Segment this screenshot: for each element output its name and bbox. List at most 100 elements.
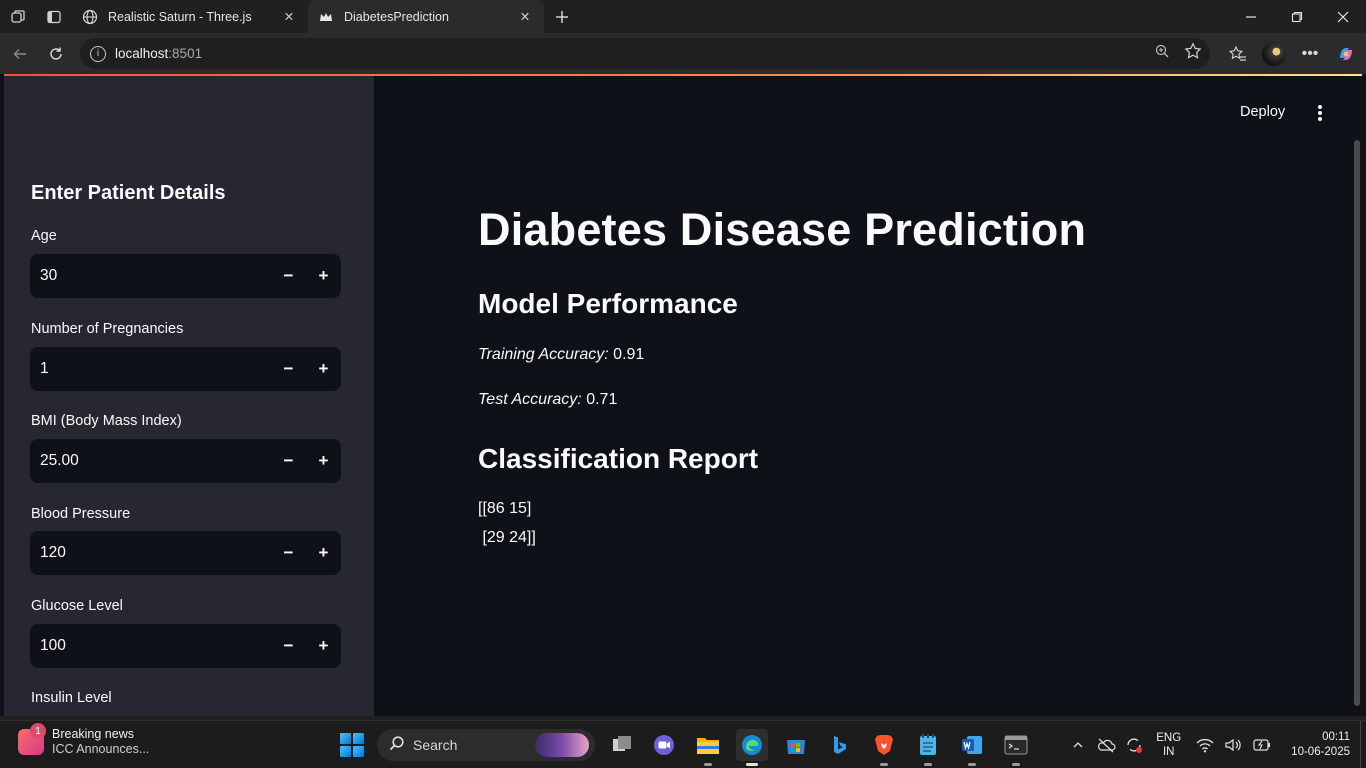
- clock-time: 00:11: [1322, 731, 1350, 743]
- teams-chat-icon[interactable]: [648, 729, 680, 761]
- classification-report-heading: Classification Report: [478, 443, 759, 474]
- blood-pressure-value[interactable]: 120: [30, 544, 271, 562]
- pregnancies-label: Number of Pregnancies: [31, 321, 184, 337]
- pregnancies-decrement-button[interactable]: −: [271, 347, 306, 391]
- more-menu-icon[interactable]: •••: [1298, 42, 1322, 66]
- glucose-decrement-button[interactable]: −: [271, 624, 306, 668]
- blood-pressure-input[interactable]: 120 − +: [30, 531, 341, 575]
- crown-icon: [318, 9, 334, 25]
- news-icon: 1: [18, 723, 46, 755]
- sync-icon[interactable]: [1122, 733, 1146, 757]
- main-menu-icon[interactable]: [1310, 103, 1330, 123]
- browser-toolbar: i localhost:8501 •••: [0, 33, 1366, 74]
- training-accuracy-text: Training Accuracy: 0.91: [478, 346, 645, 363]
- news-subtitle: ICC Announces...: [52, 742, 150, 756]
- window-controls: [1228, 0, 1366, 33]
- tab-title: Realistic Saturn - Three.js: [108, 9, 252, 24]
- main-scrollbar[interactable]: [1354, 140, 1360, 706]
- glucose-value[interactable]: 100: [30, 637, 271, 655]
- glucose-increment-button[interactable]: +: [306, 624, 341, 668]
- browser-tab-strip: Realistic Saturn - Three.js ✕ DiabetesPr…: [0, 0, 1366, 33]
- brave-icon[interactable]: [868, 729, 900, 766]
- age-label: Age: [31, 228, 57, 244]
- pregnancies-increment-button[interactable]: +: [306, 347, 341, 391]
- bmi-decrement-button[interactable]: −: [271, 439, 306, 483]
- blood-pressure-increment-button[interactable]: +: [306, 531, 341, 575]
- sidebar-heading: Enter Patient Details: [31, 182, 226, 204]
- new-tab-icon[interactable]: [544, 0, 580, 33]
- microsoft-store-icon[interactable]: [780, 729, 812, 761]
- workspaces-icon[interactable]: [0, 0, 36, 33]
- news-widget[interactable]: 1 Breaking news ICC Announces...: [18, 723, 150, 757]
- bmi-input[interactable]: 25.00 − +: [30, 439, 341, 483]
- close-tab-icon[interactable]: ✕: [516, 8, 534, 26]
- age-increment-button[interactable]: +: [306, 254, 341, 298]
- taskbar-search[interactable]: Search: [377, 729, 595, 761]
- bing-icon[interactable]: [824, 729, 856, 761]
- blood-pressure-label: Blood Pressure: [31, 506, 131, 522]
- back-icon[interactable]: [2, 36, 38, 72]
- tab-actions-icon[interactable]: [36, 0, 72, 33]
- sidebar: Enter Patient Details Age 30 − + Number …: [4, 76, 374, 716]
- insulin-label: Insulin Level: [31, 690, 112, 706]
- address-bar[interactable]: i localhost:8501: [80, 38, 1210, 69]
- favorites-icon[interactable]: [1226, 42, 1250, 66]
- age-decrement-button[interactable]: −: [271, 254, 306, 298]
- model-performance-heading: Model Performance: [478, 288, 738, 319]
- confusion-matrix-row-1: [[86 15]: [478, 500, 532, 517]
- wifi-icon[interactable]: [1193, 733, 1217, 757]
- refresh-icon[interactable]: [38, 36, 74, 72]
- restore-icon[interactable]: [1274, 0, 1320, 33]
- close-tab-icon[interactable]: ✕: [280, 8, 298, 26]
- windows-start-icon[interactable]: [340, 733, 364, 757]
- pregnancies-input[interactable]: 1 − +: [30, 347, 341, 391]
- news-title: Breaking news: [52, 727, 134, 741]
- search-label: Search: [413, 737, 458, 753]
- news-badge: 1: [30, 723, 46, 739]
- clock-date: 10-06-2025: [1291, 746, 1350, 758]
- edge-icon[interactable]: [736, 729, 768, 766]
- show-desktop-button[interactable]: [1360, 721, 1366, 768]
- copilot-icon[interactable]: [1334, 42, 1358, 66]
- blood-pressure-decrement-button[interactable]: −: [271, 531, 306, 575]
- glucose-input[interactable]: 100 − +: [30, 624, 341, 668]
- task-view-icon[interactable]: [606, 729, 638, 761]
- bmi-increment-button[interactable]: +: [306, 439, 341, 483]
- profile-avatar[interactable]: [1262, 41, 1286, 66]
- site-info-icon[interactable]: i: [90, 45, 106, 62]
- search-icon: [389, 735, 405, 756]
- minimize-icon[interactable]: [1228, 0, 1274, 33]
- taskbar: 1 Breaking news ICC Announces... Search: [0, 720, 1366, 768]
- language-indicator[interactable]: ENG IN: [1156, 731, 1181, 759]
- close-window-icon[interactable]: [1320, 0, 1366, 33]
- age-input[interactable]: 30 − +: [30, 254, 341, 298]
- age-value[interactable]: 30: [30, 267, 271, 285]
- main-content: Deploy Diabetes Disease Prediction Model…: [374, 76, 1362, 716]
- notepad-icon[interactable]: [912, 729, 944, 766]
- search-highlight-art: [535, 733, 589, 757]
- tab-realistic-saturn[interactable]: Realistic Saturn - Three.js ✕: [72, 0, 308, 33]
- zoom-icon[interactable]: [1154, 43, 1170, 64]
- terminal-icon[interactable]: [1000, 729, 1032, 766]
- toolbar-right: •••: [1226, 33, 1358, 74]
- url-text: localhost:8501: [115, 46, 203, 61]
- globe-icon: [82, 9, 98, 25]
- page-title: Diabetes Disease Prediction: [478, 204, 1087, 255]
- bmi-value[interactable]: 25.00: [30, 452, 271, 470]
- deploy-button[interactable]: Deploy: [1240, 104, 1285, 120]
- favorite-star-icon[interactable]: [1184, 42, 1202, 65]
- test-accuracy-text: Test Accuracy: 0.71: [478, 391, 618, 408]
- pregnancies-value[interactable]: 1: [30, 360, 271, 378]
- tab-title: DiabetesPrediction: [344, 9, 449, 24]
- confusion-matrix-row-2: [29 24]]: [478, 529, 536, 546]
- onedrive-icon[interactable]: [1094, 733, 1118, 757]
- tab-diabetes-prediction[interactable]: DiabetesPrediction ✕: [308, 0, 544, 33]
- clock[interactable]: 00:11 10-06-2025: [1291, 730, 1350, 760]
- chevron-up-icon[interactable]: [1066, 733, 1090, 757]
- screen: Realistic Saturn - Three.js ✕ DiabetesPr…: [0, 0, 1366, 768]
- system-tray: ENG IN 00:11 10-06-2025: [1064, 721, 1366, 768]
- word-icon[interactable]: [956, 729, 988, 766]
- file-explorer-icon[interactable]: [692, 729, 724, 766]
- battery-icon[interactable]: [1249, 733, 1273, 757]
- volume-icon[interactable]: [1221, 733, 1245, 757]
